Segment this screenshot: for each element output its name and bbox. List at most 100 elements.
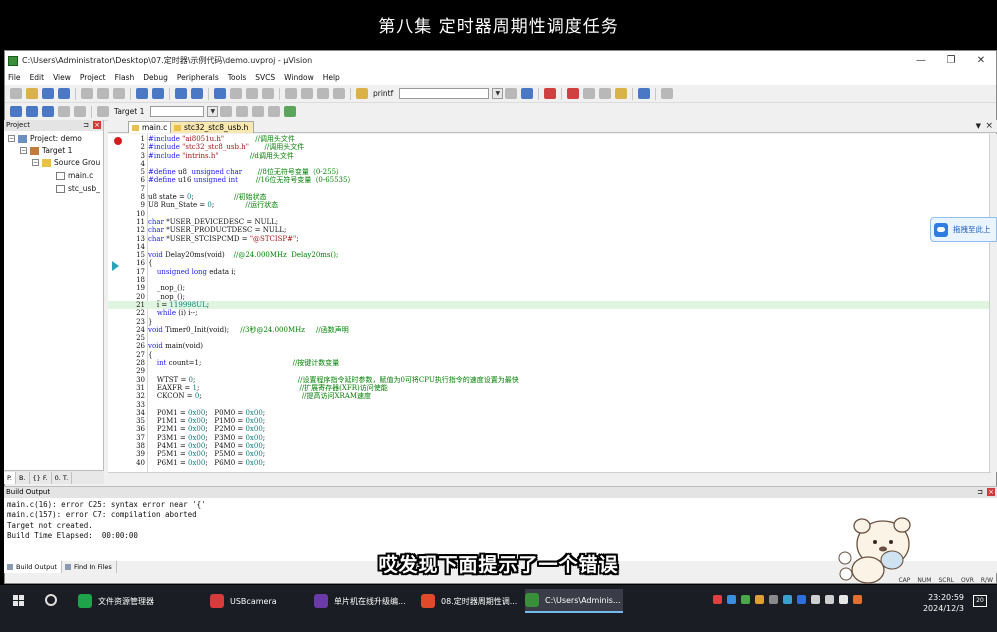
network-icon[interactable] (825, 595, 834, 604)
menu-edit[interactable]: Edit (30, 73, 45, 82)
code-editor[interactable]: 1 #include "ai8051u.h" //调用头文件 2 #include "… (108, 134, 991, 472)
batch-build-icon[interactable] (58, 106, 70, 117)
code-line[interactable]: 27{ (108, 351, 991, 359)
code-line[interactable]: 38 P4M1 = 0x00; P4M0 = 0x00; (108, 442, 991, 450)
tree-target-node[interactable]: − Target 1 (20, 146, 72, 155)
editor-horizontal-scrollbar[interactable] (108, 472, 991, 480)
code-line[interactable]: 14 (108, 243, 991, 251)
input-method-icon[interactable] (839, 595, 848, 604)
download-icon[interactable] (97, 106, 109, 117)
code-line[interactable]: 2 #include "stc32_stc8_usb.h" //调用头文件 (108, 143, 991, 151)
code-line[interactable]: 21 i = 119998UL; (108, 300, 991, 310)
find-in-files-icon[interactable] (356, 88, 368, 99)
tree-group-node[interactable]: − Source Grou (32, 158, 100, 167)
collapse-icon[interactable]: − (8, 135, 15, 142)
bookmark-prev-icon[interactable] (230, 88, 242, 99)
target-select[interactable]: Target 1 (114, 107, 144, 116)
code-line[interactable]: 34 P0M1 = 0x00; P0M0 = 0x00; (108, 409, 991, 417)
collapse-icon[interactable]: − (20, 147, 27, 154)
code-line[interactable]: 13 char *USER_STCISPCMD = "@STCISP#"; (108, 235, 991, 243)
breakpoint-icon[interactable] (567, 88, 580, 99)
tree-project-node[interactable]: − Project: demo (8, 134, 82, 143)
code-line[interactable]: 16{ (108, 259, 991, 267)
menu-window[interactable]: Window (284, 73, 314, 82)
menu-project[interactable]: Project (80, 73, 106, 82)
menu-svcs[interactable]: SVCS (255, 73, 275, 82)
close-icon[interactable]: × (987, 488, 995, 496)
close-button[interactable]: ✕ (966, 51, 996, 70)
tray-app-icon[interactable] (853, 595, 862, 604)
code-line[interactable]: 32 CKCON = 0; //提高访问XRAM速度 (108, 392, 991, 400)
uncomment-icon[interactable] (333, 88, 345, 99)
tab-list-icon[interactable]: ▼ (976, 120, 981, 133)
code-line[interactable]: 24 void Timer0_Init(void); //3秒@24.000MHz… (108, 326, 991, 334)
code-line[interactable]: 22 while (i) i--; (108, 309, 991, 317)
undo-icon[interactable] (136, 88, 148, 99)
paste-icon[interactable] (113, 88, 125, 99)
code-line[interactable]: 3 #include "intrins.h" //d调用头文件 (108, 152, 991, 160)
chevron-down-icon[interactable]: ▼ (207, 106, 219, 117)
maximize-button[interactable]: ❐ (936, 51, 966, 70)
menu-tools[interactable]: Tools (228, 73, 246, 82)
tray-app-icon[interactable] (769, 595, 778, 604)
save-all-icon[interactable] (58, 88, 70, 99)
find-icon[interactable] (505, 88, 518, 99)
manage-components-icon[interactable] (252, 106, 265, 117)
window-layout-icon[interactable] (638, 88, 651, 99)
tab-functions[interactable]: {} F. (30, 471, 52, 484)
close-icon[interactable]: × (93, 121, 101, 129)
bookmark-icon[interactable] (214, 88, 226, 99)
drag-upload-widget[interactable]: 拖拽至此上 (930, 217, 997, 242)
code-line[interactable]: 10 (108, 210, 991, 218)
code-line[interactable]: 35 P1M1 = 0x00; P1M0 = 0x00; (108, 417, 991, 425)
tab-books[interactable]: B. (16, 471, 30, 484)
code-line[interactable]: 17 unsigned long edata i; (108, 268, 991, 276)
tray-app-icon[interactable] (755, 595, 764, 604)
code-line[interactable]: 37 P3M1 = 0x00; P3M0 = 0x00; (108, 434, 991, 442)
code-line[interactable]: 20 _nop_(); (108, 293, 991, 301)
code-line[interactable]: 9 U8 Run_State = 0; //运行状态 (108, 201, 991, 209)
save-icon[interactable] (42, 88, 54, 99)
breakpoint-kill-icon[interactable] (599, 88, 612, 99)
select-packs-icon[interactable] (268, 106, 281, 117)
open-file-icon[interactable] (26, 88, 38, 99)
minimize-button[interactable]: — (906, 51, 936, 70)
code-line[interactable]: 25 (108, 334, 991, 342)
breakpoint-disable-icon[interactable] (583, 88, 596, 99)
build-icon[interactable] (26, 106, 38, 117)
pin-icon[interactable]: ⊐ (976, 488, 984, 496)
code-line[interactable]: 39 P5M1 = 0x00; P5M0 = 0x00; (108, 450, 991, 458)
code-line[interactable]: 7 (108, 185, 991, 193)
tray-app-icon[interactable] (727, 595, 736, 604)
editor-vertical-scrollbar[interactable] (989, 134, 997, 472)
file-extensions-icon[interactable] (236, 106, 249, 117)
taskbar-app-isp[interactable]: 单片机在线升级编... (314, 589, 412, 613)
tray-app-icon[interactable] (783, 595, 792, 604)
code-line[interactable]: 33 (108, 401, 991, 409)
code-line[interactable]: 29 (108, 367, 991, 375)
cut-icon[interactable] (81, 88, 93, 99)
comment-icon[interactable] (317, 88, 329, 99)
menu-file[interactable]: File (8, 73, 21, 82)
code-line[interactable]: 6 #define u16 unsigned int //16位无符号变量（0-6… (108, 176, 991, 184)
run-time-env-icon[interactable] (284, 106, 297, 117)
new-file-icon[interactable] (10, 88, 22, 99)
collapse-icon[interactable]: − (32, 159, 39, 166)
code-line[interactable]: 31 EAXFR = 1; //扩展寄存器(XFR)访问使能 (108, 384, 991, 392)
taskbar-clock[interactable]: 23:20:59 2024/12/3 (918, 592, 964, 614)
taskbar-app-uvision[interactable]: C:\Users\Adminis... (525, 589, 623, 613)
find-text-value[interactable]: printf (373, 89, 393, 98)
speaker-icon[interactable] (811, 595, 820, 604)
tab-templates[interactable]: 0. T. (52, 471, 73, 484)
tab-project[interactable]: P. (4, 471, 16, 484)
code-line[interactable]: 12 char *USER_PRODUCTDESC = NULL; (108, 226, 991, 234)
pin-icon[interactable]: ⊐ (82, 121, 90, 129)
notification-center-icon[interactable]: 20 (973, 595, 987, 607)
taskbar-app-document[interactable]: 08.定时器周期性调... (421, 589, 519, 613)
bluetooth-icon[interactable] (797, 595, 806, 604)
stop-build-icon[interactable] (74, 106, 86, 117)
nav-back-icon[interactable] (175, 88, 187, 99)
tree-file-main[interactable]: main.c (56, 171, 93, 180)
search-icon[interactable] (45, 594, 57, 606)
debug-session-icon[interactable] (544, 88, 557, 99)
